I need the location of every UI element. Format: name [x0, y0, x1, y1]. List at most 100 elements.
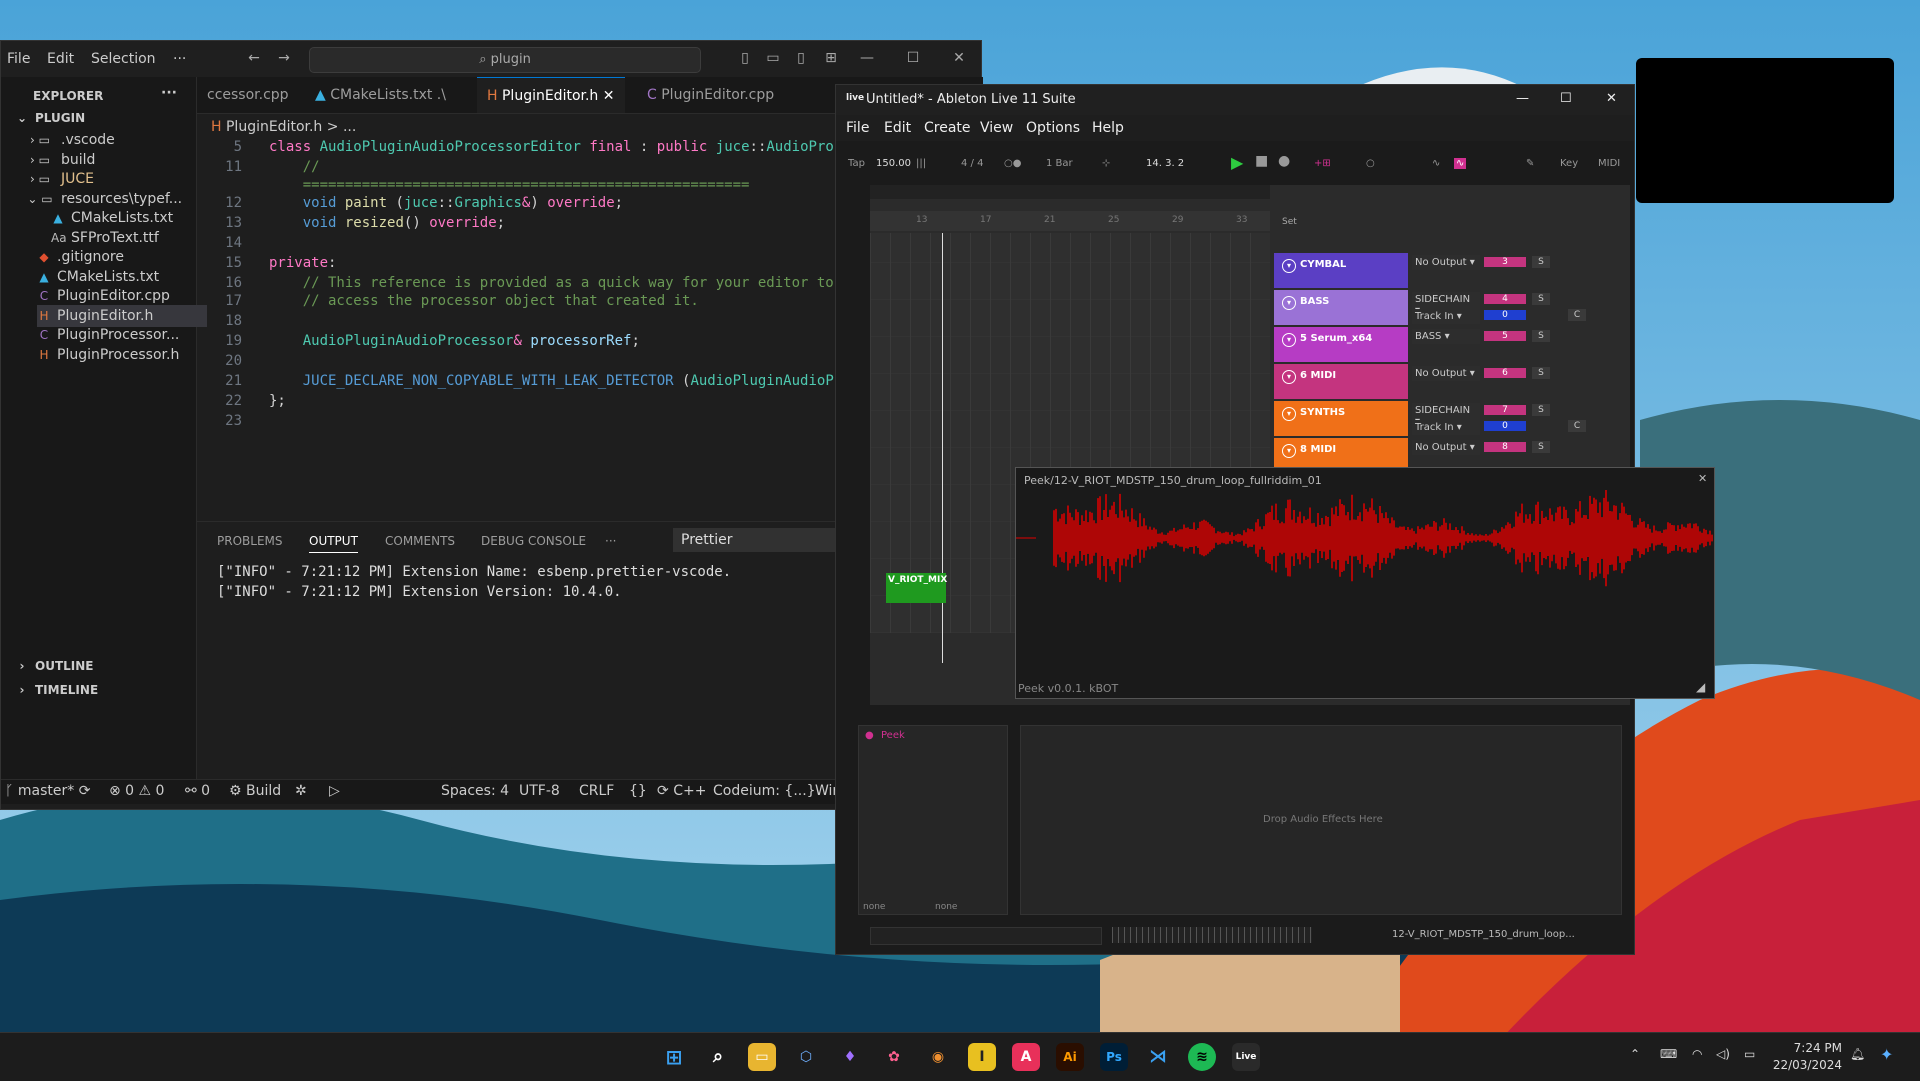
- track-input-select[interactable]: Track In ▾: [1412, 309, 1480, 324]
- pan-center-button[interactable]: C: [1568, 309, 1586, 321]
- vscode-icon[interactable]: ⋊: [1144, 1043, 1172, 1071]
- track-header[interactable]: ▾ 6 MIDI: [1274, 364, 1408, 399]
- back-arrow-icon[interactable]: ←: [246, 50, 262, 66]
- beat-ruler[interactable]: 13 17 21 25 29 33: [870, 211, 1270, 231]
- pencil-icon[interactable]: ✎: [1526, 158, 1534, 169]
- metronome-icon[interactable]: |||: [916, 158, 926, 169]
- device-input-1[interactable]: none: [863, 902, 885, 912]
- volume-icon[interactable]: ◁): [1716, 1047, 1730, 1061]
- menu-edit[interactable]: Edit: [884, 120, 911, 136]
- peek-device[interactable]: Peek ● none none: [858, 725, 1008, 915]
- follow-icon[interactable]: ⊹: [1102, 158, 1110, 169]
- track-number[interactable]: 7: [1484, 405, 1526, 415]
- solo-button[interactable]: S: [1532, 256, 1550, 268]
- solo-button[interactable]: S: [1532, 367, 1550, 379]
- tab-close-icon[interactable]: ✕: [603, 88, 615, 104]
- close-icon[interactable]: ✕: [951, 50, 967, 66]
- maximize-icon[interactable]: ☐: [905, 50, 921, 66]
- menu-file[interactable]: File: [846, 120, 869, 136]
- tab-plugineditor-h[interactable]: H PluginEditor.h ✕: [477, 77, 625, 113]
- tab-cmakelists[interactable]: ▲ CMakeLists.txt .\: [305, 77, 456, 113]
- track-header[interactable]: ▾ SYNTHS: [1274, 401, 1408, 436]
- loop-icon[interactable]: ○: [1366, 158, 1375, 169]
- automation-mode-icon[interactable]: ∿: [1454, 158, 1467, 169]
- tray-chevron-icon[interactable]: ⌃: [1630, 1047, 1640, 1061]
- track-fold-icon[interactable]: ▾: [1282, 370, 1296, 384]
- menu-create[interactable]: Create: [924, 120, 971, 136]
- track-pan[interactable]: 0: [1484, 310, 1526, 320]
- record-button[interactable]: ●: [1278, 153, 1290, 169]
- menu-help[interactable]: Help: [1092, 120, 1124, 136]
- track-header[interactable]: ▾ CYMBAL: [1274, 253, 1408, 288]
- menu-more[interactable]: ···: [173, 51, 186, 67]
- device-input-2[interactable]: none: [935, 902, 957, 912]
- track-pan[interactable]: 0: [1484, 421, 1526, 431]
- track-number[interactable]: 5: [1484, 331, 1526, 341]
- track-fold-icon[interactable]: ▾: [1282, 296, 1296, 310]
- toggle-panel-icon[interactable]: ▭: [765, 50, 781, 66]
- tab-comments[interactable]: COMMENTS: [385, 534, 455, 548]
- track-input-select[interactable]: Track In ▾: [1412, 420, 1480, 435]
- solo-button[interactable]: S: [1532, 404, 1550, 416]
- tab-debug-console[interactable]: DEBUG CONSOLE: [481, 534, 586, 548]
- close-icon[interactable]: ✕: [1606, 91, 1617, 106]
- minimize-icon[interactable]: —: [1516, 91, 1529, 106]
- track-fold-icon[interactable]: ▾: [1282, 444, 1296, 458]
- arrangement-position[interactable]: 14. 3. 2: [1146, 158, 1184, 169]
- pan-center-button[interactable]: C: [1568, 420, 1586, 432]
- notes-app-icon[interactable]: I: [968, 1043, 996, 1071]
- tab-processor-cpp[interactable]: ccessor.cpp: [197, 77, 299, 113]
- device-on-icon[interactable]: ●: [865, 730, 874, 741]
- obsidian-icon[interactable]: ♦: [836, 1043, 864, 1071]
- track-number[interactable]: 8: [1484, 442, 1526, 452]
- customize-layout-icon[interactable]: ⊞: [823, 50, 839, 66]
- maximize-icon[interactable]: ☐: [1560, 91, 1572, 106]
- clock-time[interactable]: 7:24 PM: [1772, 1041, 1842, 1055]
- battery-icon[interactable]: ▭: [1744, 1047, 1755, 1061]
- menu-edit[interactable]: Edit: [47, 51, 74, 67]
- track-number[interactable]: 6: [1484, 368, 1526, 378]
- quantization-select[interactable]: 1 Bar: [1046, 158, 1073, 169]
- forward-arrow-icon[interactable]: →: [276, 50, 292, 66]
- resize-grip-icon[interactable]: ◢: [1696, 680, 1705, 694]
- close-icon[interactable]: ✕: [1698, 472, 1707, 485]
- photoshop-icon[interactable]: Ps: [1100, 1043, 1128, 1071]
- solo-button[interactable]: S: [1532, 441, 1550, 453]
- track-header[interactable]: ▾ 5 Serum_x64: [1274, 327, 1408, 362]
- overview-bar[interactable]: [870, 185, 1270, 199]
- menu-selection[interactable]: Selection: [91, 51, 156, 67]
- track-number[interactable]: 3: [1484, 257, 1526, 267]
- key-map-button[interactable]: Key: [1560, 158, 1578, 169]
- toggle-sidebar-icon[interactable]: ▯: [737, 50, 753, 66]
- blender-icon[interactable]: ◉: [924, 1043, 952, 1071]
- track-output-select[interactable]: BASS ▾: [1412, 329, 1480, 344]
- track-fold-icon[interactable]: ▾: [1282, 333, 1296, 347]
- spotify-icon[interactable]: ≋: [1188, 1043, 1216, 1071]
- stop-button[interactable]: ■: [1255, 153, 1268, 169]
- explorer-more-icon[interactable]: ···: [161, 85, 177, 101]
- solo-button[interactable]: S: [1532, 293, 1550, 305]
- build-button[interactable]: ⚙ Build: [229, 783, 281, 799]
- codeium-status[interactable]: Codeium: {...}: [713, 783, 816, 799]
- timeline-section[interactable]: › TIMELINE: [15, 679, 99, 701]
- ports-count[interactable]: ⚯ 0: [185, 783, 210, 799]
- file-explorer-icon[interactable]: ▭: [748, 1043, 776, 1071]
- wifi-icon[interactable]: ◠: [1692, 1047, 1702, 1061]
- track-fold-icon[interactable]: ▾: [1282, 407, 1296, 421]
- minimize-icon[interactable]: —: [859, 50, 875, 66]
- command-center-search[interactable]: ⌕ plugin: [309, 47, 701, 73]
- flower-app-icon[interactable]: ✿: [880, 1043, 908, 1071]
- track-fold-icon[interactable]: ▾: [1282, 259, 1296, 273]
- clock-date[interactable]: 22/03/2024: [1772, 1058, 1842, 1072]
- tab-problems[interactable]: PROBLEMS: [217, 534, 283, 548]
- tree-root[interactable]: ⌄ PLUGIN: [15, 107, 85, 129]
- git-branch[interactable]: ᚴ master* ⟳: [5, 783, 90, 799]
- search-icon[interactable]: ⌕: [704, 1043, 732, 1071]
- track-header[interactable]: ▾ BASS: [1274, 290, 1408, 325]
- cube-app-icon[interactable]: ⬡: [792, 1043, 820, 1071]
- solo-button[interactable]: S: [1532, 330, 1550, 342]
- menu-options[interactable]: Options: [1026, 120, 1080, 136]
- braces-icon[interactable]: {}: [629, 783, 647, 799]
- notification-bell-icon[interactable]: 🔔︎: [1850, 1047, 1865, 1061]
- tree-item[interactable]: H PluginProcessor.h: [37, 344, 207, 366]
